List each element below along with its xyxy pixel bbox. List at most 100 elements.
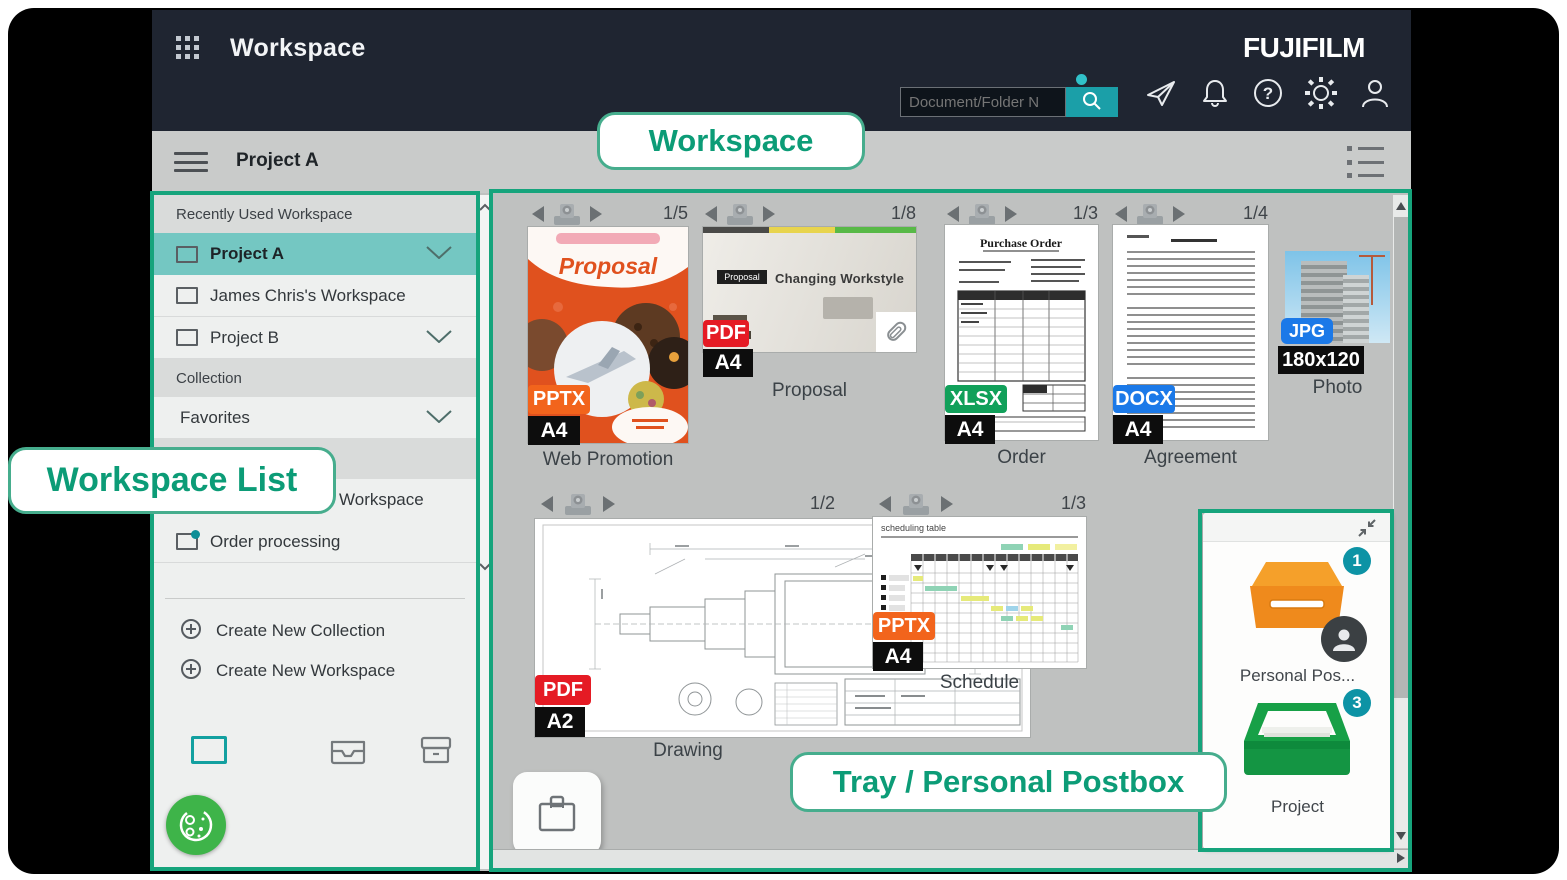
app-grid-icon[interactable] bbox=[176, 36, 203, 63]
prev-page-icon[interactable] bbox=[532, 206, 544, 222]
proposal-heading: Changing Workstyle bbox=[775, 271, 904, 286]
box-icon bbox=[419, 735, 453, 765]
format-badge: PDF bbox=[703, 320, 749, 347]
document-label: Web Promotion bbox=[528, 449, 688, 471]
personal-postbox-label[interactable]: Personal Pos... bbox=[1203, 666, 1392, 686]
scroll-down-icon[interactable] bbox=[1396, 832, 1406, 840]
section-recently-used: Recently Used Workspace bbox=[154, 195, 476, 233]
workspace-icon bbox=[176, 246, 198, 263]
strip-yellow bbox=[769, 227, 835, 233]
sidebar-item-label: Favorites bbox=[180, 408, 250, 428]
format-badge: DOCX bbox=[1113, 385, 1175, 413]
chevron-down-icon[interactable] bbox=[426, 408, 452, 428]
doc-title-line bbox=[1171, 239, 1217, 242]
notifications-bell-icon[interactable] bbox=[1198, 76, 1232, 110]
crane bbox=[1371, 255, 1373, 305]
doc-line bbox=[1127, 235, 1149, 238]
workspace-badge-icon bbox=[176, 533, 198, 550]
cookie-consent-button[interactable] bbox=[166, 795, 226, 855]
sidebar-item-order-processing[interactable]: Order processing bbox=[154, 521, 476, 563]
size-badge: A4 bbox=[1113, 415, 1163, 444]
tab-inbox-view[interactable] bbox=[328, 735, 368, 765]
format-badge: PPTX bbox=[528, 385, 590, 414]
project-tray-label[interactable]: Project bbox=[1203, 797, 1392, 817]
sidebar-item-label: Order processing bbox=[210, 532, 340, 552]
prev-page-icon[interactable] bbox=[947, 206, 959, 222]
scroll-up-icon[interactable] bbox=[1396, 202, 1406, 210]
search-bar bbox=[900, 87, 1118, 117]
send-icon[interactable] bbox=[1144, 76, 1178, 110]
workspace-tab-icon bbox=[191, 736, 227, 764]
prev-page-icon[interactable] bbox=[541, 496, 553, 512]
next-page-icon[interactable] bbox=[1005, 206, 1017, 222]
sidebar-item-project-b[interactable]: Project B bbox=[154, 317, 476, 359]
sidebar-scroll-up-icon[interactable] bbox=[479, 199, 491, 217]
page-title: Workspace bbox=[230, 34, 366, 63]
avatar bbox=[1321, 616, 1367, 662]
chevron-down-icon[interactable] bbox=[426, 244, 452, 264]
chevron-down-icon[interactable] bbox=[426, 328, 452, 348]
page-indicator: 1/3 bbox=[1073, 203, 1098, 224]
building bbox=[1343, 275, 1369, 343]
list-view-icon[interactable] bbox=[1347, 146, 1385, 178]
sidebar-scrollbar[interactable] bbox=[478, 195, 492, 869]
scroll-right-icon[interactable] bbox=[1397, 853, 1405, 863]
menu-icon[interactable] bbox=[174, 152, 208, 172]
next-page-icon[interactable] bbox=[763, 206, 775, 222]
page-indicator: 1/8 bbox=[891, 203, 916, 224]
pager-web-promotion: 1/5 bbox=[528, 202, 688, 226]
pager-proposal: 1/8 bbox=[703, 202, 916, 226]
desk-object bbox=[823, 297, 873, 319]
help-icon[interactable]: ? bbox=[1251, 76, 1285, 110]
next-page-icon[interactable] bbox=[941, 496, 953, 512]
prev-page-icon[interactable] bbox=[705, 206, 717, 222]
settings-gear-icon[interactable] bbox=[1304, 76, 1338, 110]
format-badge: PDF bbox=[535, 675, 591, 705]
sidebar-item-project-a[interactable]: Project A bbox=[154, 233, 476, 275]
strip-dark bbox=[703, 227, 769, 233]
create-collection-label: Create New Collection bbox=[216, 621, 385, 641]
cookie-icon bbox=[176, 805, 216, 845]
callout-workspace-list: Workspace List bbox=[8, 447, 336, 514]
doc-text-block bbox=[1127, 307, 1255, 369]
prev-page-icon[interactable] bbox=[1115, 206, 1127, 222]
profile-icon[interactable] bbox=[1358, 76, 1392, 110]
sidebar-item-james-chris-workspace[interactable]: James Chris's Workspace bbox=[154, 275, 476, 317]
screenshot-canvas: Workspace FUJIFILM ? bbox=[0, 0, 1567, 880]
sidebar-item-favorites[interactable]: Favorites bbox=[154, 397, 476, 438]
page-indicator: 1/2 bbox=[810, 493, 835, 514]
divider bbox=[165, 598, 465, 599]
workspace-icon bbox=[176, 329, 198, 346]
sidebar-scroll-down-icon[interactable] bbox=[479, 558, 491, 576]
size-badge: A4 bbox=[703, 349, 753, 377]
attachment-paperclip-icon bbox=[876, 312, 916, 352]
vertical-scrollbar-thumb[interactable] bbox=[1394, 217, 1408, 698]
prev-page-icon[interactable] bbox=[879, 496, 891, 512]
size-badge: A4 bbox=[873, 642, 923, 671]
next-page-icon[interactable] bbox=[603, 496, 615, 512]
notification-dot bbox=[1076, 74, 1087, 85]
briefcase-button[interactable] bbox=[513, 772, 601, 855]
horizontal-scrollbar[interactable] bbox=[492, 849, 1409, 869]
project-tray-icon[interactable] bbox=[1242, 697, 1352, 794]
pager-schedule: 1/3 bbox=[873, 492, 1086, 516]
create-new-workspace-button[interactable]: Create New Workspace bbox=[154, 652, 476, 690]
plus-circle-icon bbox=[180, 618, 202, 645]
search-input[interactable] bbox=[900, 87, 1066, 117]
tab-box-view[interactable] bbox=[418, 735, 454, 765]
expand-icon[interactable] bbox=[1356, 518, 1378, 543]
sidebar-item-label: James Chris's Workspace bbox=[210, 286, 406, 306]
doc-text-block bbox=[1127, 251, 1255, 299]
page-indicator: 1/5 bbox=[663, 203, 688, 224]
search-button[interactable] bbox=[1066, 87, 1118, 117]
pager-drawing: 1/2 bbox=[535, 492, 835, 516]
callout-workspace: Workspace bbox=[597, 112, 865, 170]
callout-tray-personal-postbox: Tray / Personal Postbox bbox=[790, 752, 1227, 812]
tab-workspace-view[interactable] bbox=[191, 735, 227, 765]
next-page-icon[interactable] bbox=[1173, 206, 1185, 222]
size-badge: A2 bbox=[535, 707, 585, 737]
next-page-icon[interactable] bbox=[590, 206, 602, 222]
create-new-collection-button[interactable]: Create New Collection bbox=[154, 612, 476, 650]
workspace-title: Project A bbox=[236, 150, 319, 172]
proposal-tag: Proposal bbox=[717, 270, 767, 284]
